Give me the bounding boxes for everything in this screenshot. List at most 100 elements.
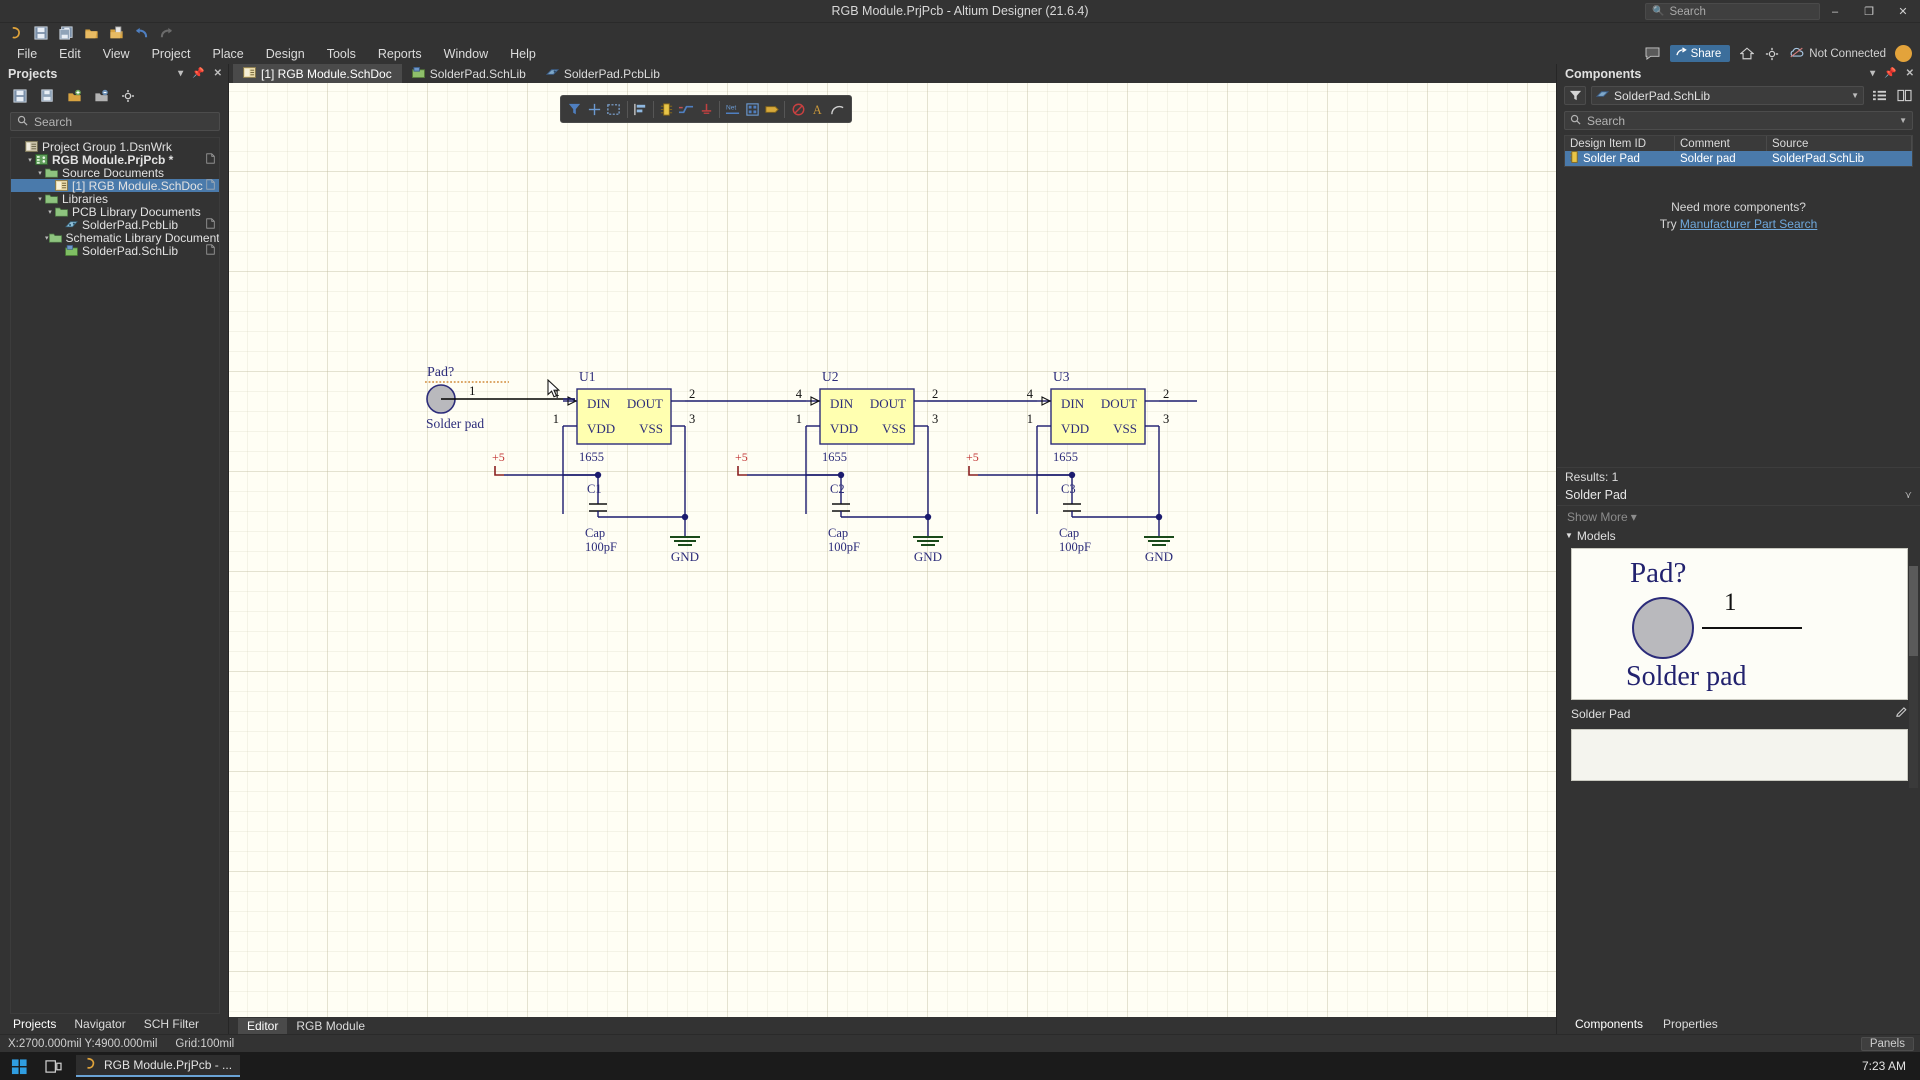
column-design-item-id[interactable]: Design Item ID [1565, 136, 1675, 151]
taskbar-app-altium[interactable]: RGB Module.PrjPcb - ... [76, 1055, 241, 1077]
tab-sch-filter[interactable]: SCH Filter [135, 1015, 208, 1033]
show-more-button[interactable]: Show More ▾ [1557, 506, 1920, 528]
arc-icon[interactable] [828, 98, 848, 120]
crosshair-icon[interactable] [585, 98, 605, 120]
wire-icon[interactable] [677, 98, 697, 120]
global-search-input[interactable]: 🔍 Search [1645, 3, 1820, 20]
tab-projects[interactable]: Projects [4, 1015, 65, 1033]
save-icon[interactable] [33, 25, 49, 41]
tree-item[interactable]: ▾ PCB Library Documents [11, 205, 219, 219]
menu-item-help[interactable]: Help [499, 45, 547, 63]
list-view-icon[interactable] [1869, 86, 1889, 105]
menu-item-reports[interactable]: Reports [367, 45, 433, 63]
edit-pencil-icon[interactable] [1895, 706, 1908, 722]
tree-item[interactable]: SolderPad.SchLib [11, 244, 219, 258]
scrollbar-thumb[interactable] [1909, 566, 1918, 656]
filter-icon[interactable] [565, 98, 585, 120]
expand-arrow-icon[interactable]: ▾ [25, 156, 35, 164]
text-string-icon[interactable]: A [808, 98, 828, 120]
menu-item-window[interactable]: Window [433, 45, 499, 63]
chevron-down-icon[interactable]: ▾ [178, 68, 183, 79]
open-folder-icon[interactable] [83, 25, 99, 41]
task-view-icon[interactable] [42, 1056, 64, 1076]
component-icon[interactable] [657, 98, 677, 120]
pin-icon[interactable]: 📌 [192, 68, 204, 79]
pin-icon[interactable]: 📌 [1884, 68, 1896, 79]
tab-editor[interactable]: Editor [238, 1017, 288, 1034]
port-icon[interactable] [762, 98, 782, 120]
gear-icon[interactable] [1764, 46, 1780, 62]
schematic-ic-stage-U3[interactable]: U3 DIN DOUT VDD VSS 1655 4 2 1 3 +5 C3 Cap100pF GND [966, 369, 1174, 564]
save-all-icon[interactable] [58, 25, 74, 41]
selected-component-header[interactable]: Solder Pad ⋎ [1557, 486, 1920, 506]
tab-properties[interactable]: Properties [1653, 1015, 1728, 1033]
models-section-header[interactable]: ▼ Models [1557, 528, 1920, 544]
model-row[interactable]: Solder Pad [1571, 706, 1908, 723]
avatar[interactable] [1895, 45, 1912, 62]
filter-icon[interactable] [1564, 86, 1586, 105]
document-tab-solderpad-pcblib[interactable]: SolderPad.PcbLib [536, 64, 670, 83]
column-comment[interactable]: Comment [1675, 136, 1767, 151]
share-button[interactable]: Share [1669, 45, 1731, 62]
components-search-input[interactable]: Search ▼ [1564, 111, 1913, 130]
maximize-button[interactable]: ❐ [1852, 0, 1886, 23]
schematic-ic-stage-U2[interactable]: U2 DIN DOUT VDD VSS 1655 4 2 1 3 +5 C2 Cap100pF GND [735, 369, 943, 564]
open-project-icon[interactable] [108, 25, 124, 41]
power-port-icon[interactable] [696, 98, 716, 120]
altium-logo-icon[interactable] [8, 25, 24, 41]
projects-search-input[interactable]: Search [10, 112, 220, 131]
chevron-double-down-icon[interactable]: ⋎ [1905, 490, 1912, 501]
panels-button[interactable]: Panels [1860, 1036, 1914, 1051]
components-panel-scrollbar[interactable] [1909, 566, 1918, 788]
net-label-icon[interactable]: Net [723, 98, 743, 120]
tree-item[interactable]: ▾ Source Documents [11, 166, 219, 180]
expand-arrow-icon[interactable]: ▾ [35, 195, 45, 203]
remove-document-icon[interactable] [93, 88, 109, 104]
menu-item-edit[interactable]: Edit [48, 45, 92, 63]
comment-icon[interactable] [1645, 46, 1661, 62]
library-select[interactable]: SolderPad.SchLib ▼ [1591, 86, 1864, 105]
table-row[interactable]: Solder Pad Solder pad SolderPad.SchLib [1565, 151, 1912, 166]
close-icon[interactable]: ✕ [214, 68, 222, 79]
menu-item-place[interactable]: Place [201, 45, 254, 63]
menu-item-project[interactable]: Project [141, 45, 202, 63]
tree-item[interactable]: Project Group 1.DsnWrk [11, 140, 219, 154]
project-tree[interactable]: Project Group 1.DsnWrk ▾ RGB Module.PrjPcb… [10, 137, 220, 1014]
expand-arrow-icon[interactable]: ▾ [35, 169, 45, 177]
redo-icon[interactable] [158, 25, 174, 41]
component-preview[interactable]: Pad? 1 Solder pad [1571, 547, 1908, 700]
grid-view-icon[interactable] [1894, 86, 1914, 105]
select-area-icon[interactable] [604, 98, 624, 120]
document-tab-solderpad-schlib[interactable]: SolderPad.SchLib [402, 64, 536, 83]
tab-components[interactable]: Components [1565, 1015, 1653, 1033]
save-icon[interactable] [12, 88, 28, 104]
tab-rgb-module[interactable]: RGB Module [287, 1018, 374, 1034]
bus-icon[interactable] [742, 98, 762, 120]
manufacturer-part-search-link[interactable]: Manufacturer Part Search [1680, 217, 1817, 231]
close-icon[interactable]: ✕ [1906, 68, 1914, 79]
tree-item[interactable]: [1] RGB Module.SchDoc [11, 179, 219, 193]
schematic-canvas[interactable]: Net A Pad? 1 Solder pad U1 DIN DOUT VDD … [229, 83, 1556, 1017]
expand-arrow-icon[interactable]: ▾ [45, 208, 55, 216]
options-gear-icon[interactable] [120, 88, 136, 104]
menu-item-file[interactable]: File [6, 45, 48, 63]
footprint-preview[interactable] [1571, 728, 1908, 781]
menu-item-design[interactable]: Design [255, 45, 316, 63]
tree-item[interactable]: ▾ Libraries [11, 192, 219, 206]
menu-item-view[interactable]: View [92, 45, 141, 63]
close-button[interactable]: ✕ [1886, 0, 1920, 23]
undo-icon[interactable] [133, 25, 149, 41]
menu-item-tools[interactable]: Tools [316, 45, 367, 63]
home-icon[interactable] [1739, 46, 1755, 62]
tab-navigator[interactable]: Navigator [65, 1015, 134, 1033]
tree-item[interactable]: ▾ RGB Module.PrjPcb * [11, 153, 219, 167]
tree-item[interactable]: SolderPad.PcbLib [11, 218, 219, 232]
connection-status[interactable]: Not Connected [1789, 47, 1886, 61]
windows-start-icon[interactable] [8, 1056, 30, 1076]
add-document-icon[interactable] [66, 88, 82, 104]
schematic-drawing[interactable]: Pad? 1 Solder pad U1 DIN DOUT VDD VSS 1655 4 2 1 3 +5… [229, 83, 1197, 823]
align-icon[interactable] [631, 98, 651, 120]
no-erc-icon[interactable] [788, 98, 808, 120]
chevron-down-icon[interactable]: ▼ [1899, 116, 1907, 125]
column-source[interactable]: Source [1767, 136, 1912, 151]
